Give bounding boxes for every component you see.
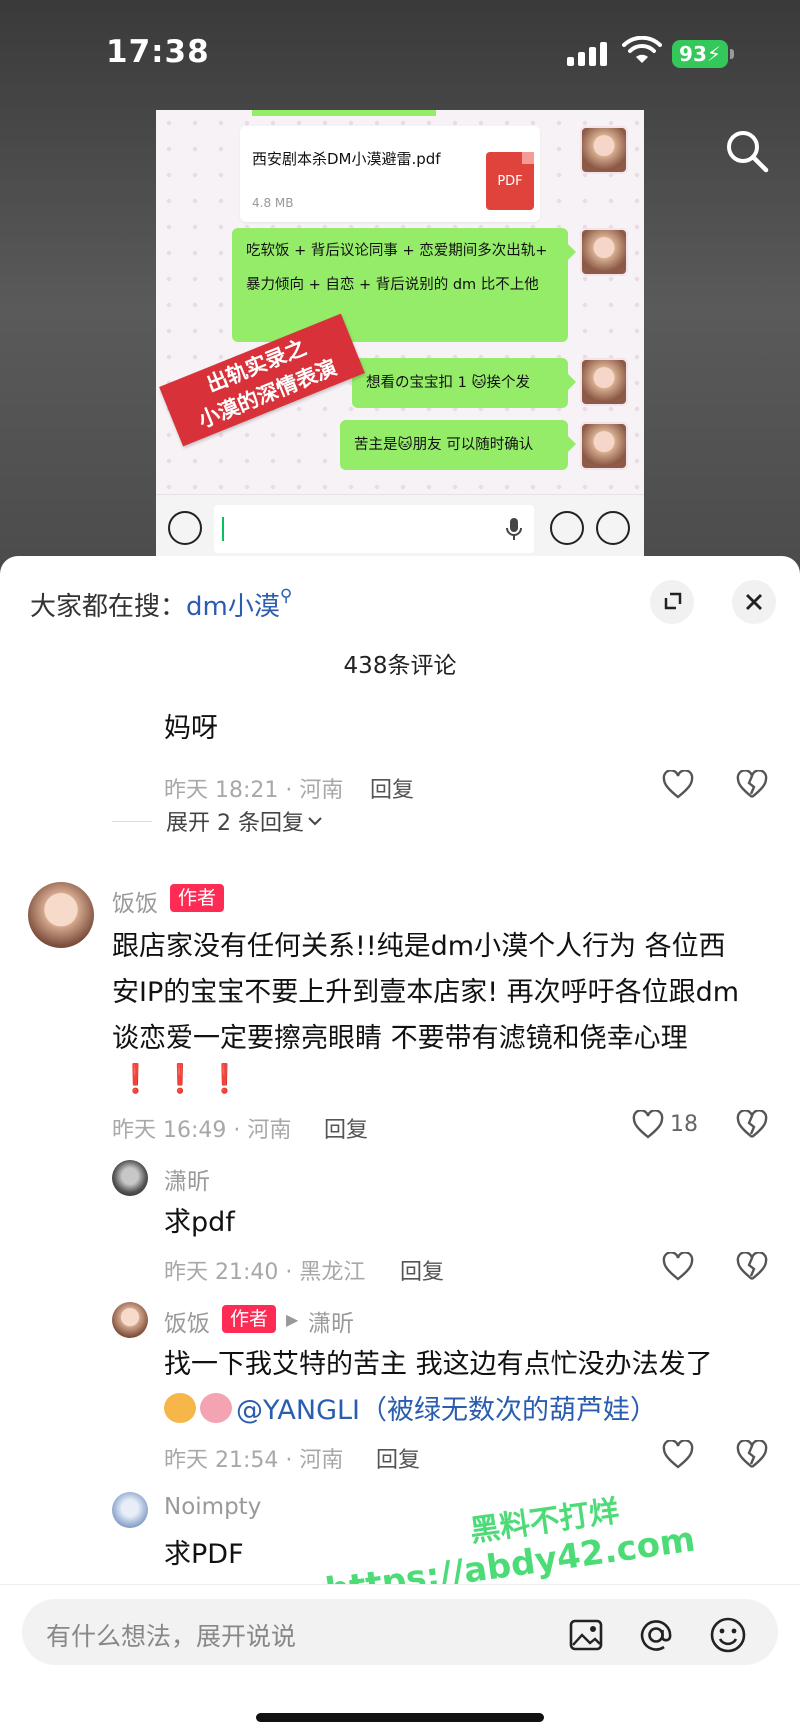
comment-meta: 昨天 21:40 · 黑龙江 [164, 1260, 366, 1285]
pdf-file-icon: PDF [486, 152, 534, 210]
emoji-icon [164, 1393, 196, 1423]
reply-button[interactable]: 回复 [376, 1442, 420, 1474]
comment-meta: 昨天 21:54 · 河南 [164, 1448, 344, 1473]
reply-to-username[interactable]: 潇昕 [308, 1304, 354, 1338]
reply-button[interactable]: 回复 [324, 1112, 368, 1144]
comment-username[interactable]: 潇昕 [164, 1162, 210, 1196]
avatar[interactable] [112, 1492, 148, 1528]
file-name: 西安剧本杀DM小漠避雷.pdf [252, 150, 441, 168]
author-badge: 作者 [170, 884, 225, 912]
comment-text: 跟店家没有任何关系!!纯是dm小漠个人行为 各位西 [112, 931, 726, 962]
like-heart-icon[interactable] [662, 770, 694, 800]
comment-text: 妈呀 [164, 713, 218, 744]
close-icon [746, 594, 762, 610]
comment-username[interactable]: Noimpty [164, 1494, 261, 1520]
like-heart-icon[interactable] [632, 1110, 664, 1140]
pdf-file-card: 西安剧本杀DM小漠避雷.pdf 4.8 MB PDF [240, 126, 540, 222]
comment-text: 求PDF [164, 1539, 244, 1570]
wifi-icon [622, 36, 662, 63]
comments-count: 438条评论 [343, 653, 457, 679]
plus-icon [596, 511, 630, 545]
chat-input-row [156, 494, 644, 560]
comment-username[interactable]: 饭饭 [164, 1304, 210, 1338]
reply-arrow-icon: ▶ [286, 1310, 299, 1329]
chat-message: 苦主是🐱朋友 可以随时确认 [340, 420, 576, 470]
comment-text: 安IP的宝宝不要上升到壹本店家! 再次呼吁各位跟dm [112, 977, 740, 1008]
hot-search-label: 大家都在搜： [30, 592, 187, 622]
mention-link[interactable]: @YANGLI（被绿无数次的葫芦娃） [236, 1395, 657, 1426]
like-heart-icon[interactable] [662, 1440, 694, 1470]
chevron-down-icon [308, 817, 322, 826]
emoji-icon [550, 511, 584, 545]
author-badge: 作者 [222, 1305, 277, 1333]
exclamation-emoji: ❗ ❗ ❗ [118, 1062, 243, 1095]
expand-icon [664, 592, 682, 610]
microphone-icon [506, 518, 522, 540]
comment-text: 找一下我艾特的苦主 我这边有点忙没办法发了 [164, 1349, 713, 1380]
reply-button[interactable]: 回复 [370, 772, 414, 804]
search-icon[interactable] [722, 126, 772, 176]
dislike-broken-heart-icon[interactable] [736, 1440, 768, 1470]
pig-emoji-icon [200, 1393, 232, 1423]
avatar[interactable] [112, 1302, 148, 1338]
sender-avatar [580, 358, 628, 406]
comment-text: 求pdf [164, 1207, 235, 1238]
hot-search-keyword[interactable]: dm小漠 [186, 592, 280, 622]
comment-input[interactable]: 有什么想法，展开说说 [22, 1599, 778, 1665]
dislike-broken-heart-icon[interactable] [736, 1110, 768, 1140]
sender-avatar [580, 422, 628, 470]
battery-level: 93 [679, 42, 707, 66]
comment-mention-line: @YANGLI（被绿无数次的葫芦娃） [164, 1388, 657, 1434]
sender-avatar [580, 126, 628, 174]
expand-replies[interactable]: 展开 2 条回复 [112, 806, 324, 836]
status-bar: 17:38 93 ⚡ [0, 0, 800, 100]
chat-message: 吃软饭 + 背后议论同事 + 恋爱期间多次出轨+ 暴力倾向 + 自恋 + 背后说… [232, 228, 576, 342]
video-area[interactable]: 17:38 93 ⚡ 西安剧本杀DM小漠避雷.pdf 4.8 MB PDF 吃软饭… [0, 0, 800, 560]
sender-avatar [580, 228, 628, 276]
fullscreen-button[interactable] [650, 580, 694, 624]
chat-input [214, 505, 534, 553]
dislike-broken-heart-icon[interactable] [736, 770, 768, 800]
voice-icon [168, 511, 202, 545]
comment-input-placeholder: 有什么想法，展开说说 [46, 1622, 297, 1651]
dislike-broken-heart-icon[interactable] [736, 1252, 768, 1282]
comment-meta: 昨天 16:49 · 河南 [112, 1118, 292, 1143]
emoji-icon[interactable] [708, 1615, 748, 1655]
avatar[interactable] [28, 882, 94, 948]
like-count: 18 [670, 1112, 698, 1137]
battery-indicator: 93 ⚡ [672, 40, 734, 68]
hot-search[interactable]: 大家都在搜：dm小漠⚲ [30, 586, 292, 623]
search-icon: ⚲ [279, 586, 293, 606]
chat-message: 想看の宝宝扣 1 🐱挨个发 [352, 358, 576, 408]
home-indicator [256, 1713, 544, 1722]
like-heart-icon[interactable] [662, 1252, 694, 1282]
avatar[interactable] [112, 1160, 148, 1196]
chat-screenshot: 西安剧本杀DM小漠避雷.pdf 4.8 MB PDF 吃软饭 + 背后议论同事 … [156, 110, 644, 560]
comment-username[interactable]: 饭饭 [112, 884, 158, 918]
signal-icon [567, 40, 611, 66]
reply-button[interactable]: 回复 [400, 1254, 444, 1286]
at-mention-icon[interactable] [636, 1615, 676, 1655]
comment-input-bar: 有什么想法，展开说说 [0, 1584, 800, 1735]
image-icon[interactable] [566, 1615, 606, 1655]
comment-text: 谈恋爱一定要擦亮眼睛 不要带有滤镜和侥幸心理 [112, 1023, 688, 1054]
comment-meta: 昨天 18:21 · 河南 [164, 778, 344, 803]
status-time: 17:38 [106, 34, 210, 70]
file-size: 4.8 MB [252, 196, 294, 210]
expand-replies-label: 展开 2 条回复 [166, 811, 304, 836]
close-button[interactable] [732, 580, 776, 624]
